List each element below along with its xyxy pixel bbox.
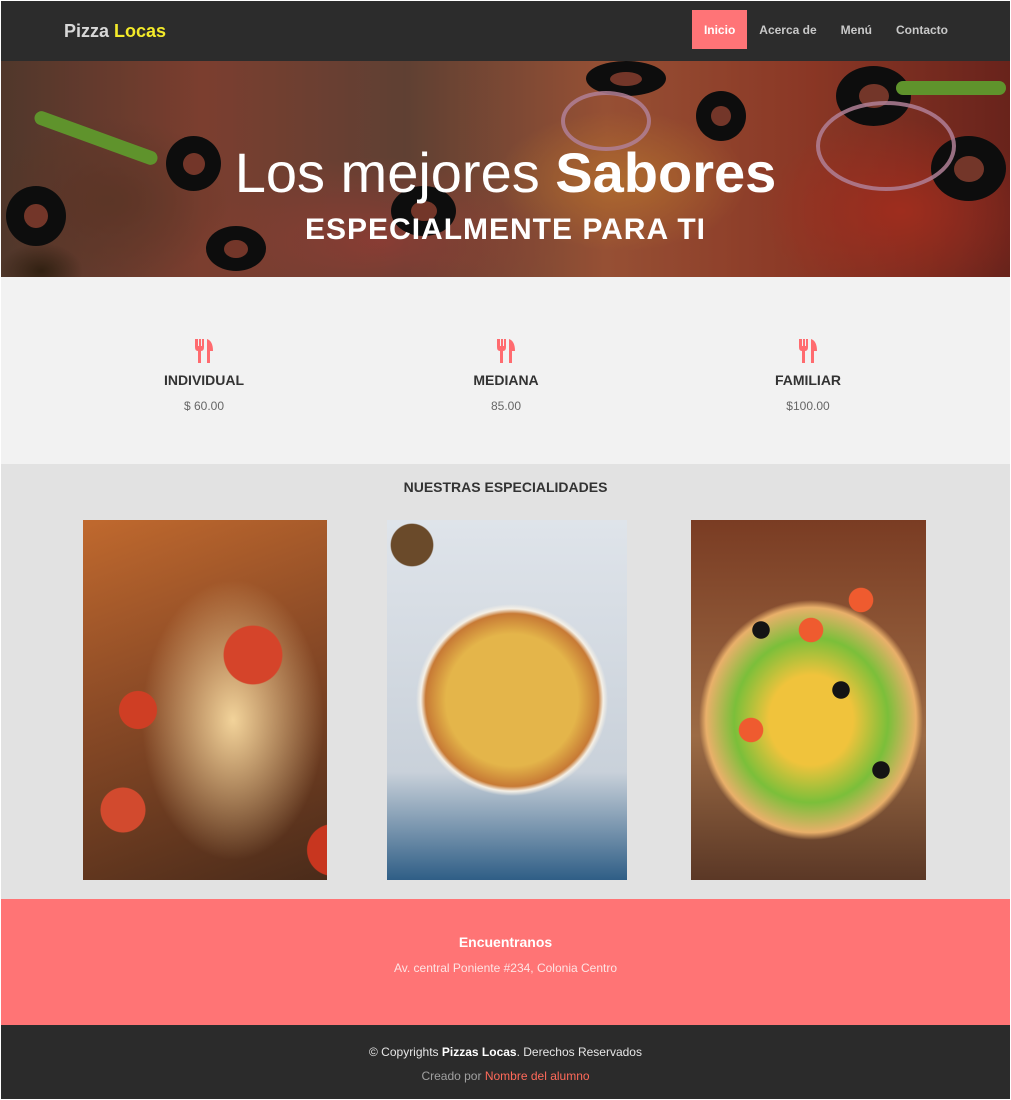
specialties-section: NUESTRAS ESPECIALIDADES [1,464,1010,899]
nav-item-inicio[interactable]: Inicio [691,10,748,49]
brand-name-part1: Pizza [64,21,110,41]
pepperoni-pizza-image [83,520,327,880]
hero-title: Los mejores Sabores [1,145,1010,201]
copyright-prefix: © Copyrights [369,1045,439,1059]
copyright-suffix: . Derechos Reservados [516,1045,642,1059]
feature-price: 85.00 [490,399,522,413]
credit-prefix: Creado por [421,1069,482,1083]
specialties-title: NUESTRAS ESPECIALIDADES [403,479,608,495]
fork-knife-icon [799,339,817,363]
nav-item-menu[interactable]: Menú [829,10,884,49]
findus-section: Encuentranos Av. central Poniente #234, … [1,899,1010,1025]
copyright-brand: Pizzas Locas [441,1045,517,1059]
credit-text: Creado por Nombre del alumno [1,1069,1010,1083]
size-features: INDIVIDUAL $ 60.00 MEDIANA 85.00 FAMILIA… [1,277,1010,464]
fork-knife-icon [497,339,515,363]
hero-title-light: Los mejores [234,141,540,204]
copyright-text: © Copyrights Pizzas Locas. Derechos Rese… [1,1045,1010,1059]
hero-banner: Los mejores Sabores ESPECIALMENTE PARA T… [1,61,1010,277]
main-nav: Inicio Acerca de Menú Contacto [691,10,960,49]
feature-title: FAMILIAR [774,372,842,388]
hero-subtitle: ESPECIALMENTE PARA TI [304,213,707,246]
brand-name-part2: Locas [114,21,167,41]
feature-title: MEDIANA [473,372,539,388]
navbar: Pizza Locas Inicio Acerca de Menú Contac… [1,1,1010,61]
nav-item-contacto[interactable]: Contacto [884,10,960,49]
nav-item-acerca-de[interactable]: Acerca de [747,10,828,49]
hero-title-bold: Sabores [555,141,777,204]
author-link[interactable]: Nombre del alumno [485,1069,590,1083]
fork-knife-icon [195,339,213,363]
veggie-pizza-image [691,520,926,880]
brand-logo[interactable]: Pizza Locas [64,21,166,42]
feature-title: INDIVIDUAL [163,372,245,388]
hawaiian-pizza-image [387,520,627,880]
footer: © Copyrights Pizzas Locas. Derechos Rese… [1,1025,1010,1099]
feature-price: $ 60.00 [183,399,225,413]
findus-title: Encuentranos [458,934,553,950]
feature-price: $100.00 [786,399,830,413]
findus-address: Av. central Poniente #234, Colonia Centr… [393,961,618,975]
